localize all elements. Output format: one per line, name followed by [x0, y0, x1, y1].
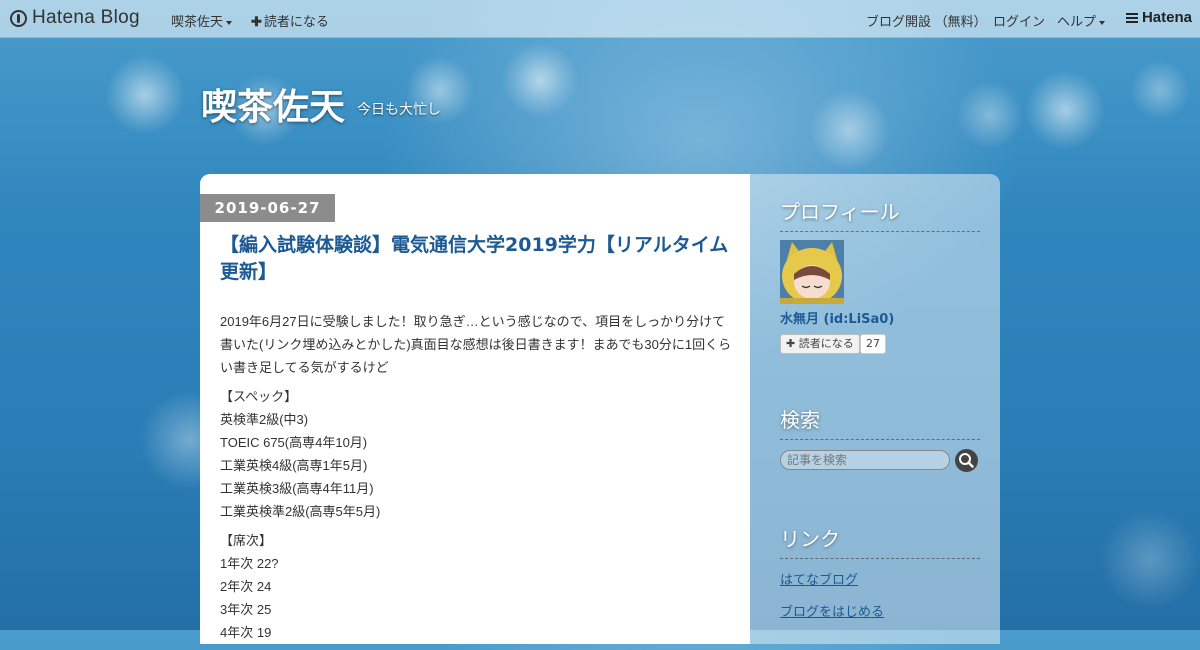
blog-title[interactable]: 喫茶佐天	[201, 78, 345, 130]
links-module-title: リンク	[780, 523, 980, 559]
spec-item: 工業英検3級(高専4年11月)	[220, 481, 374, 496]
rank-item: 2年次 24	[220, 579, 272, 594]
hatena-blog-logo[interactable]: Hatena Blog	[10, 7, 140, 29]
rank-item: 3年次 25	[220, 602, 272, 617]
blog-menu-label: 喫茶佐天	[171, 14, 224, 29]
hatena-lines-icon	[1125, 12, 1138, 23]
follow-button-label: 読者になる	[798, 337, 854, 350]
rank-heading: 【席次】	[220, 533, 273, 548]
hatena-logo-text: Hatena	[1141, 9, 1192, 26]
rank-item: 4年次 19	[220, 625, 272, 640]
profile-module-title: プロフィール	[780, 196, 980, 232]
profile-name-link[interactable]: 水無月 (id:LiSa0)	[780, 308, 894, 327]
chevron-down-icon	[1099, 20, 1106, 25]
login-link[interactable]: ログイン	[993, 11, 1045, 30]
blog-description: 今日も大忙し	[357, 102, 441, 118]
spec-section: 【スペック】 英検準2級(中3) TOEIC 675(高専4年10月) 工業英検…	[220, 385, 735, 523]
hatena-logo[interactable]: Hatena	[1125, 9, 1192, 26]
follow-button[interactable]: ✚ 読者になる	[780, 334, 860, 354]
open-blog-link[interactable]: ブログ開設 （無料）	[866, 11, 987, 30]
follower-count: 27	[860, 334, 886, 354]
spec-item: 英検準2級(中3)	[220, 412, 309, 427]
plus-icon: ✚	[251, 14, 262, 29]
link-start-blog[interactable]: ブログをはじめる	[780, 601, 884, 620]
plus-icon: ✚	[786, 337, 796, 350]
search-input[interactable]	[780, 450, 950, 470]
rank-item: 1年次 22?	[220, 556, 279, 571]
spec-heading: 【スペック】	[220, 389, 298, 404]
entry-intro: 2019年6月27日に受験しました！取り急ぎ…という感じなので、項目をしっかり分…	[220, 314, 732, 375]
entry-title[interactable]: 【編入試験体験談】電気通信大学2019学力【リアルタイム更新】	[220, 232, 735, 286]
global-header: Hatena Blog 喫茶佐天 ✚ 読者になる ブログ開設 （無料） ログイン …	[0, 0, 1200, 38]
entry-body: 2019年6月27日に受験しました！取り急ぎ…という感じなので、項目をしっかり分…	[220, 310, 735, 650]
follow-link[interactable]: ✚ 読者になる	[251, 11, 329, 30]
spec-item: 工業英検4級(高専1年5月)	[220, 458, 368, 473]
spec-item: TOEIC 675(高専4年10月)	[220, 435, 368, 450]
search-button[interactable]	[955, 449, 978, 472]
link-hatena-blog[interactable]: はてなブログ	[780, 569, 858, 588]
hatena-blog-logo-text: Hatena Blog	[32, 7, 140, 28]
avatar[interactable]	[780, 240, 844, 304]
avatar-image	[780, 240, 844, 304]
chevron-down-icon	[226, 20, 233, 25]
hatena-blog-logo-icon	[10, 9, 27, 27]
rank-section: 【席次】 1年次 22? 2年次 24 3年次 25 4年次 19	[220, 529, 735, 644]
blog-menu-dropdown[interactable]: 喫茶佐天	[171, 11, 233, 30]
spec-item: 工業英検準2級(高専5年5月)	[220, 504, 381, 519]
main-content: 2019-06-27 【編入試験体験談】電気通信大学2019学力【リアルタイム更…	[200, 174, 750, 644]
follow-link-label: 読者になる	[263, 14, 329, 29]
search-module-title: 検索	[780, 404, 980, 440]
help-label: ヘルプ	[1057, 14, 1097, 29]
search-icon	[959, 453, 974, 468]
entry-date[interactable]: 2019-06-27	[200, 194, 335, 222]
sidebar: プロフィール 水無月 (id:LiSa0) ✚ 読者になる 27 検索 リンク …	[750, 174, 1000, 644]
help-dropdown[interactable]: ヘルプ	[1057, 11, 1106, 30]
